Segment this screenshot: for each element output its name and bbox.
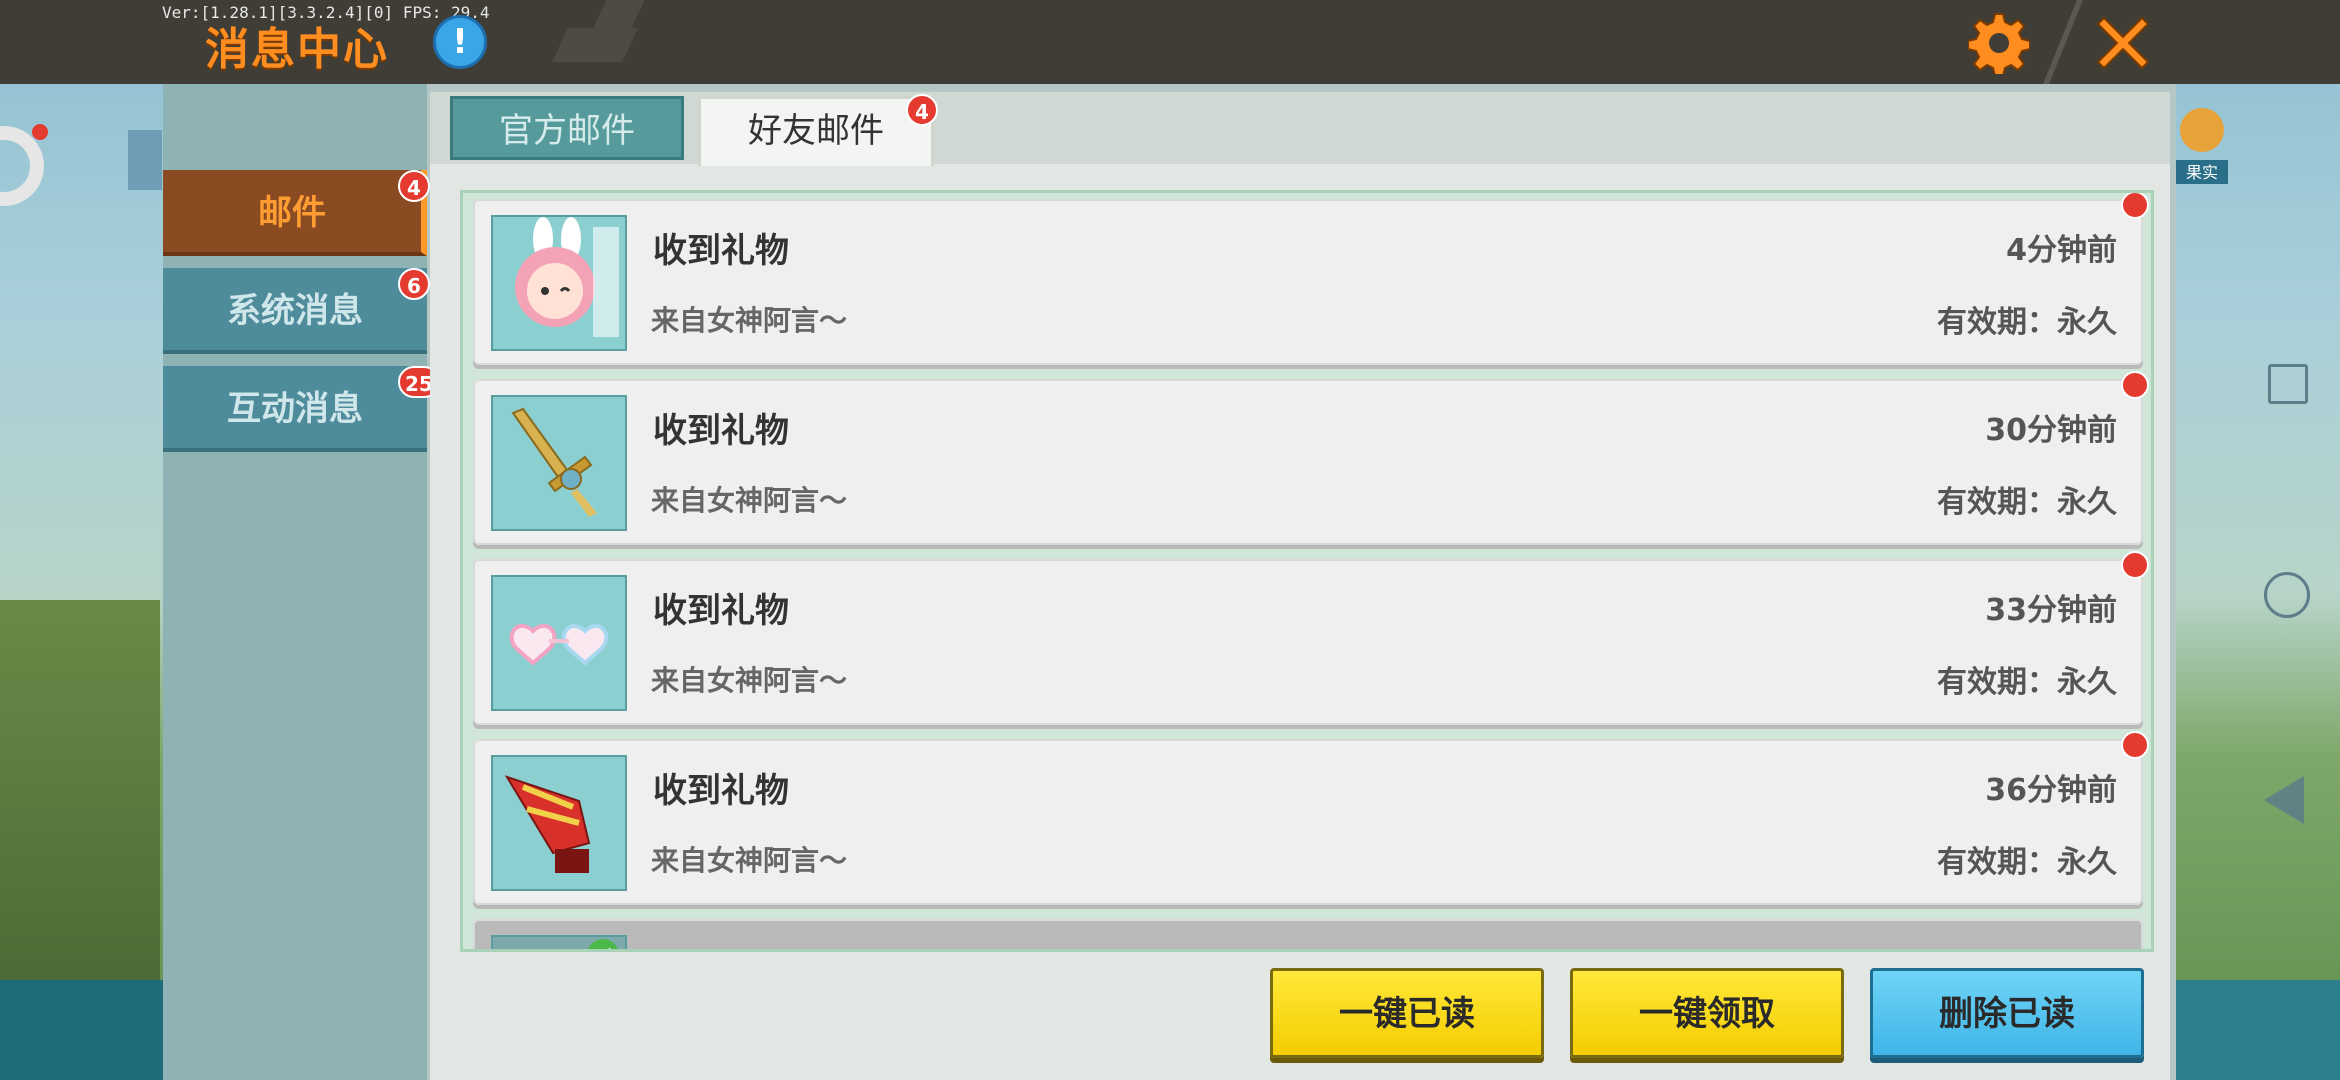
recent-apps-icon[interactable]	[2268, 364, 2308, 404]
mail-validity: 有效期：永久	[1937, 665, 2117, 700]
right-fruit-badge[interactable]: 果实	[2176, 100, 2228, 188]
record-dot-icon	[32, 124, 48, 140]
list-item[interactable]: 收到礼物 来自女神阿言～ 4分钟前 有效期：永久	[473, 193, 2149, 365]
claim-all-button[interactable]: 一键领取	[1570, 968, 1844, 1058]
page-title: 消息中心	[205, 24, 389, 75]
mail-title: 收到礼物	[653, 231, 789, 271]
mail-time: 30分钟前	[1985, 413, 2117, 448]
mail-title: 收到礼物	[653, 411, 789, 451]
firework-rocket-icon	[491, 755, 627, 891]
mail-sender: 来自女神阿言～	[651, 484, 848, 517]
list-item[interactable]: 收到礼物 来自女神阿言～ 30分钟前 有效期：永久	[473, 371, 2149, 545]
info-icon[interactable]: !	[433, 15, 487, 69]
mail-validity: 有效期：永久	[1937, 305, 2117, 340]
list-item[interactable]: 收到礼物 来自女神阿言～ 36分钟前 有效期：永久	[473, 731, 2149, 905]
mail-sender: 来自女神阿言～	[651, 304, 848, 337]
delete-read-button[interactable]: 删除已读	[1870, 968, 2144, 1058]
close-icon[interactable]	[2090, 10, 2156, 76]
tab-bar	[430, 92, 2170, 164]
mail-time: 33分钟前	[1985, 593, 2117, 628]
background-ground-left	[0, 980, 163, 1080]
unread-dot	[2121, 551, 2149, 579]
system-count-badge: 6	[398, 268, 430, 300]
sidebar-item-label: 邮件	[258, 193, 326, 233]
unread-dot	[2121, 371, 2149, 399]
background-terrain	[0, 600, 160, 980]
tab-official-mail[interactable]: 官方邮件	[450, 96, 684, 160]
mail-sender: 来自女神阿言～	[651, 844, 848, 877]
unread-dot	[2121, 193, 2149, 219]
sidebar-item-system[interactable]: 系统消息	[163, 268, 427, 354]
sidebar-item-interaction[interactable]: 互动消息	[163, 366, 427, 452]
fruit-avatar-icon	[2180, 108, 2224, 152]
mail-sender: 来自女神阿言～	[651, 664, 848, 697]
friend-mail-badge: 4	[906, 94, 938, 126]
mail-time: 4分钟前	[2006, 233, 2117, 268]
list-item[interactable]: 收到礼物	[473, 919, 2143, 949]
gear-icon[interactable]	[1968, 12, 2030, 74]
back-icon[interactable]	[2264, 776, 2304, 824]
mail-title: 收到礼物	[653, 771, 789, 811]
background-ground-right	[2176, 980, 2340, 1080]
sidebar-item-label: 系统消息	[227, 291, 363, 331]
mail-time: 36分钟前	[1985, 773, 2117, 808]
mark-all-read-button[interactable]: 一键已读	[1270, 968, 1544, 1058]
bunny-girl-avatar	[491, 215, 627, 351]
megaphone-icon[interactable]	[128, 130, 162, 190]
right-badge-label: 果实	[2186, 163, 2218, 182]
claimed-gift-icon	[491, 935, 627, 949]
mail-count-badge: 4	[398, 170, 430, 202]
unread-dot	[2121, 731, 2149, 759]
tab-friend-mail[interactable]: 好友邮件	[698, 96, 934, 166]
golden-sword-icon	[491, 395, 627, 531]
sidebar-item-label: 互动消息	[227, 389, 363, 429]
home-icon[interactable]	[2264, 572, 2310, 618]
mail-title: 收到礼物	[653, 591, 789, 631]
mail-validity: 有效期：永久	[1937, 485, 2117, 520]
mail-list[interactable]: 收到礼物 来自女神阿言～ 4分钟前 有效期：永久 收到礼物 来自女神阿言～ 30…	[460, 190, 2154, 952]
heart-glasses-icon	[491, 575, 627, 711]
mail-title: 收到礼物	[653, 943, 789, 949]
sidebar-item-mail[interactable]: 邮件	[163, 170, 427, 256]
list-item[interactable]: 收到礼物 来自女神阿言～ 33分钟前 有效期：永久	[473, 551, 2149, 725]
mail-validity: 有效期：永久	[1937, 845, 2117, 880]
